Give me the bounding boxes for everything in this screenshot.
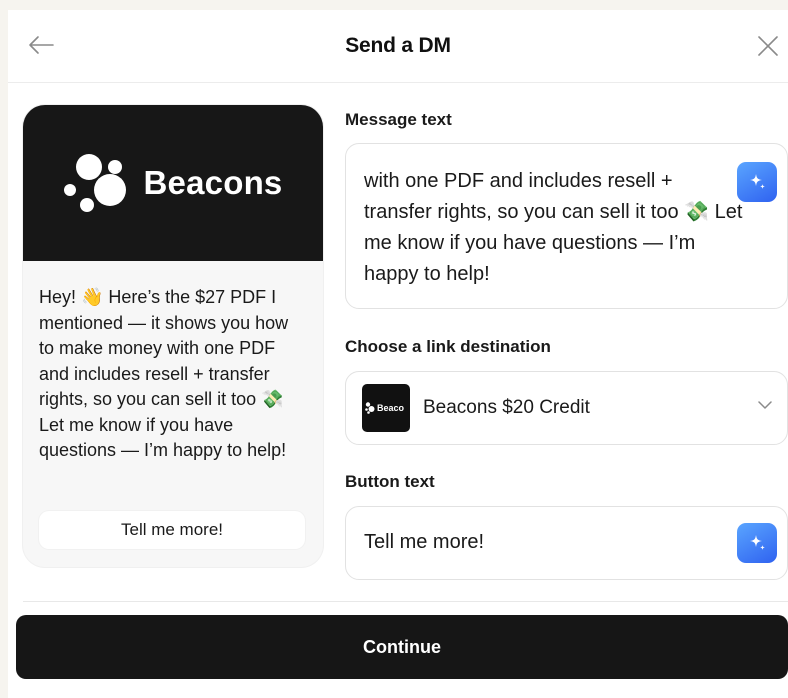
button-text-label: Button text — [345, 472, 435, 491]
thumbnail-label: Beaco — [377, 403, 405, 413]
sparkle-icon — [750, 535, 765, 550]
footer-divider — [23, 601, 788, 602]
continue-button[interactable]: Continue — [16, 615, 788, 679]
ai-generate-button-text-button[interactable] — [737, 523, 777, 563]
link-destination-label: Choose a link destination — [345, 337, 551, 356]
close-icon — [758, 36, 778, 56]
preview-cta-button[interactable]: Tell me more! — [39, 511, 305, 549]
beacons-logo-icon — [63, 152, 128, 214]
preview-banner: Beacons — [23, 105, 323, 261]
message-text-field[interactable]: with one PDF and includes resell + trans… — [345, 143, 788, 309]
dm-preview-card: Beacons Hey! 👋 Here’s the $27 PDF I ment… — [23, 105, 323, 567]
beacons-thumbnail: Beaco — [362, 384, 410, 432]
link-destination-value: Beacons $20 Credit — [423, 397, 590, 418]
message-text-value: with one PDF and includes resell + trans… — [364, 170, 743, 285]
button-text-value: Tell me more! — [364, 531, 485, 553]
page-title: Send a DM — [345, 34, 451, 57]
beacons-logo-icon — [365, 402, 375, 414]
ai-generate-message-button[interactable] — [737, 162, 777, 202]
preview-message: Hey! 👋 Here’s the $27 PDF I mentioned — … — [39, 287, 289, 460]
button-text-field[interactable]: Tell me more! — [345, 506, 788, 580]
sparkle-icon — [750, 174, 765, 189]
send-dm-modal: Send a DM Beacons Hey! 👋 Here’s the $27 … — [8, 10, 788, 698]
close-button[interactable] — [754, 32, 782, 60]
chevron-down-icon — [758, 401, 772, 409]
message-text-label: Message text — [345, 110, 452, 129]
brand-name: Beacons — [143, 164, 283, 201]
link-destination-select[interactable]: Beaco Beacons $20 Credit — [345, 371, 788, 445]
modal-header: Send a DM — [8, 10, 788, 83]
